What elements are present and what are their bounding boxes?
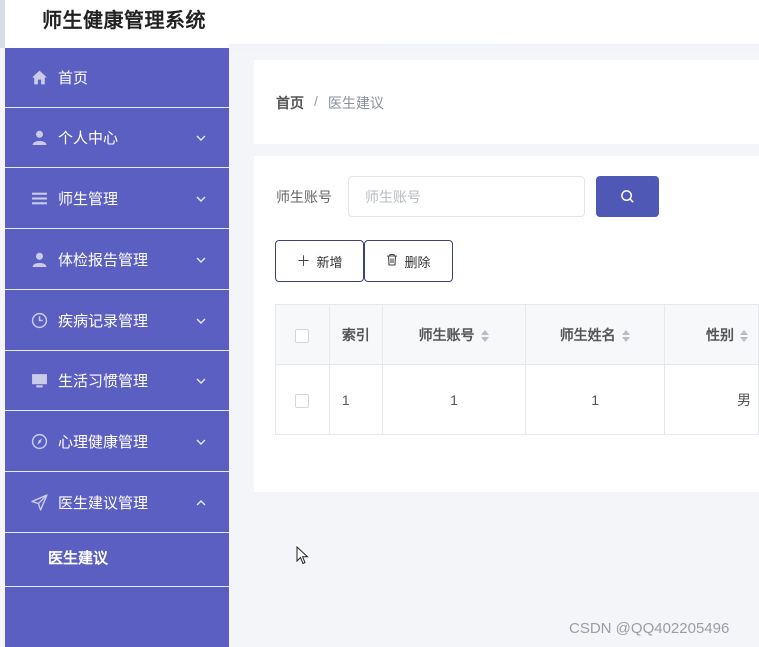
home-icon [30,69,48,87]
sidebar-item-label: 首页 [58,70,89,87]
sidebar-item-personal-center[interactable]: 个人中心 [5,108,229,168]
breadcrumb-home[interactable]: 首页 [276,93,304,113]
table-cell: 1 [381,364,527,435]
sidebar: 首页 个人中心 师生管理 体检报告管理 疾病记录管理 生活习惯管理 心理健康管理… [5,48,229,647]
select-all-checkbox[interactable] [295,328,310,343]
clock-icon [30,312,48,330]
search-icon [621,190,634,203]
user-icon [30,129,48,147]
sort-icon[interactable] [621,329,631,343]
trash-icon [386,253,398,269]
sidebar-item-label: 师生管理 [58,191,119,208]
table-row[interactable]: 1 1 1 男 [275,364,759,435]
sidebar-item-label: 医生建议管理 [58,495,149,512]
column-header: 索引 [328,304,383,365]
search-label: 师生账号 [276,189,332,205]
app-title: 师生健康管理系统 [42,10,206,32]
list-icon [30,190,48,208]
monitor-icon [30,372,48,390]
table-cell: 1 [525,364,665,435]
table-cell: 1 [328,364,383,435]
mouse-cursor-icon [296,546,309,565]
sidebar-item-label: 生活习惯管理 [58,373,149,390]
top-bar: 师生健康管理系统 [0,0,759,52]
sidebar-item-physical-exam-management[interactable]: 体检报告管理 [5,230,229,290]
sidebar-item-disease-records-management[interactable]: 疾病记录管理 [5,291,229,351]
compass-icon [30,433,48,451]
row-select-cell [275,364,330,435]
table-header-row: 索引 师生账号 师生姓名 性别 [275,304,759,365]
chevron-down-icon [196,439,206,445]
breadcrumb-current: 医生建议 [327,95,384,111]
sidebar-item-doctor-advice-management[interactable]: 医生建议管理 [5,473,229,533]
data-table: 索引 师生账号 师生姓名 性别 1 1 1 男 [275,304,759,435]
chevron-down-icon [196,135,206,141]
delete-button[interactable]: 删除 [364,240,453,282]
search-button[interactable] [596,176,659,217]
user-icon [30,251,48,269]
sidebar-item-mental-health-management[interactable]: 心理健康管理 [5,412,229,472]
sidebar-subitem-doctor-advice[interactable]: 医生建议 [5,529,229,587]
sidebar-item-label: 个人中心 [58,130,119,147]
sidebar-item-home[interactable]: 首页 [5,48,229,108]
sidebar-item-teacher-student-management[interactable]: 师生管理 [5,169,229,229]
sidebar-subitem-label: 医生建议 [48,550,109,567]
chevron-down-icon [196,257,206,263]
delete-button-label: 删除 [404,254,431,270]
breadcrumb-separator: / [314,93,318,109]
row-checkbox[interactable] [295,393,310,408]
sort-icon[interactable] [480,329,490,343]
column-header[interactable]: 师生姓名 [525,304,665,365]
content-card: 师生账号 ＋ 新增 删除 索引 师生账号 师生姓名 性别 [254,156,759,492]
watermark: CSDN @QQ402205496 [569,620,730,637]
add-button-label: 新增 [316,254,343,270]
sidebar-item-label: 体检报告管理 [58,252,149,269]
chevron-down-icon [196,196,206,202]
send-icon [30,494,48,512]
plus-icon: ＋ [296,253,311,269]
table-cell: 男 [664,364,759,435]
sidebar-item-label: 疾病记录管理 [58,313,149,330]
sidebar-item-lifestyle-habits-management[interactable]: 生活习惯管理 [5,351,229,411]
breadcrumb-card: 首页 / 医生建议 [254,60,759,144]
chevron-down-icon [196,378,206,384]
chevron-down-icon [196,318,206,324]
select-all-cell [275,304,330,365]
chevron-up-icon [196,499,206,505]
breadcrumb: 首页 / 医生建议 [276,93,384,113]
column-header[interactable]: 性别 [664,304,759,365]
sidebar-item-label: 心理健康管理 [58,434,149,451]
add-button[interactable]: ＋ 新增 [275,240,364,282]
column-header[interactable]: 师生账号 [381,304,527,365]
sort-icon[interactable] [740,329,749,343]
search-input[interactable] [348,176,585,217]
